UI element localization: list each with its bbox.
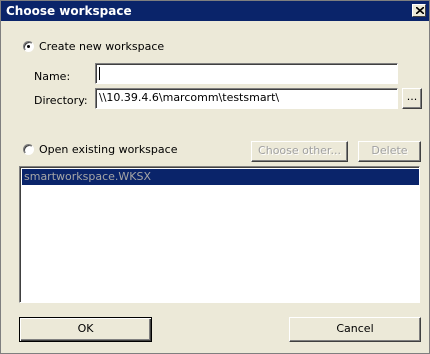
name-label: Name: xyxy=(34,70,71,83)
ok-button[interactable]: OK xyxy=(19,317,152,342)
open-existing-workspace-label[interactable]: Open existing workspace xyxy=(39,143,177,156)
delete-button[interactable]: Delete xyxy=(358,141,421,162)
list-item[interactable]: smartworkspace.WKSX xyxy=(22,169,419,185)
text-caret xyxy=(99,66,100,80)
open-existing-workspace-radio[interactable] xyxy=(23,144,34,155)
title-bar[interactable]: Choose workspace xyxy=(1,1,429,21)
workspace-list[interactable]: smartworkspace.WKSX xyxy=(19,166,420,303)
choose-other-button[interactable]: Choose other... xyxy=(251,141,348,162)
close-button[interactable] xyxy=(412,4,426,17)
choose-workspace-dialog: Choose workspace Create new workspace Na… xyxy=(0,0,430,354)
directory-label: Directory: xyxy=(34,94,88,107)
name-field[interactable] xyxy=(95,63,398,84)
create-new-workspace-radio[interactable] xyxy=(23,41,34,52)
browse-directory-button[interactable]: ... xyxy=(402,88,422,109)
close-icon xyxy=(416,7,424,14)
radio-selected-dot xyxy=(27,45,30,48)
create-new-workspace-label[interactable]: Create new workspace xyxy=(39,40,164,53)
window-title: Choose workspace xyxy=(6,4,132,18)
cancel-button[interactable]: Cancel xyxy=(289,317,421,342)
directory-field[interactable]: \\10.39.4.6\marcomm\testsmart\ xyxy=(95,88,398,109)
directory-field-value: \\10.39.4.6\marcomm\testsmart\ xyxy=(99,91,280,104)
